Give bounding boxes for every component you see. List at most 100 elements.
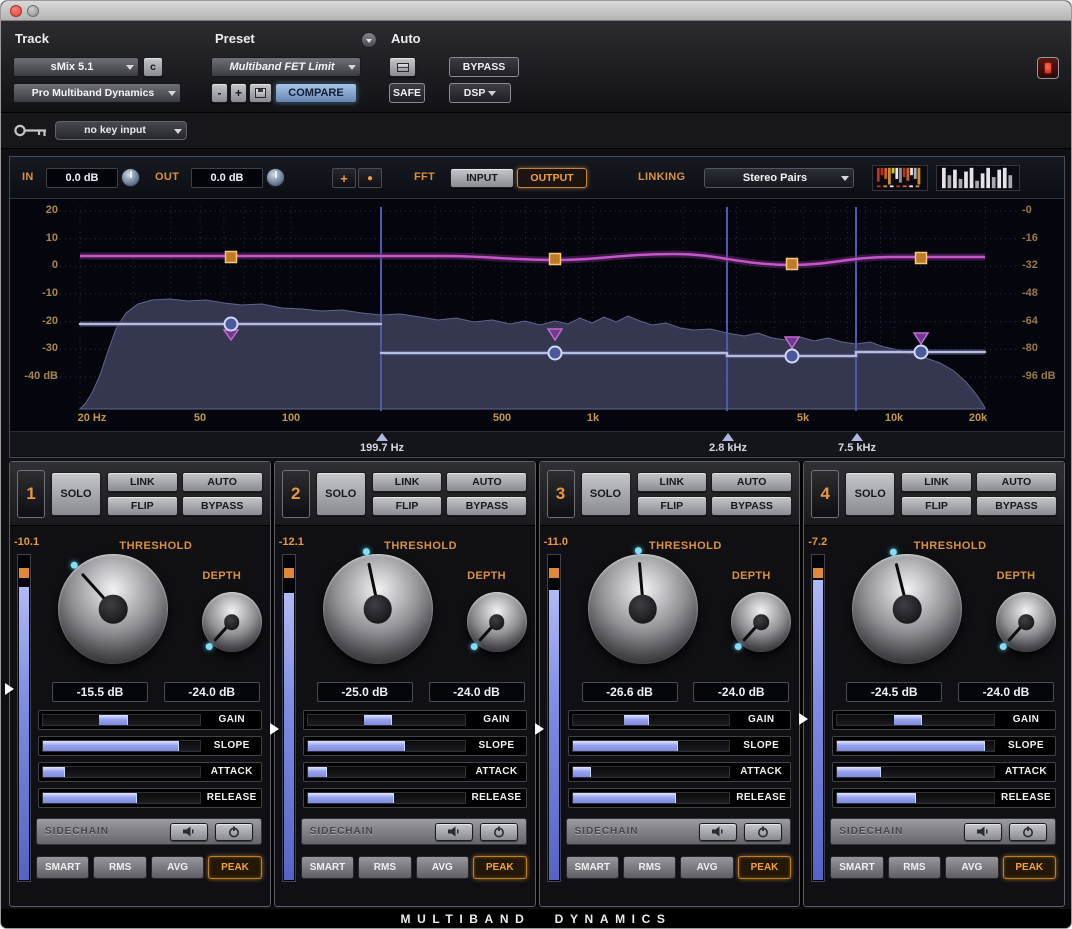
threshold-knob[interactable] [323,554,433,664]
linking-selector[interactable]: Stereo Pairs [704,168,854,188]
mode-smart-button[interactable]: SMART [830,856,883,879]
band1-gain-handle[interactable] [226,252,237,263]
save-preset-button[interactable] [249,83,272,103]
threshold-knob[interactable] [58,554,168,664]
release-slider[interactable]: RELEASE [38,788,262,808]
release-slider[interactable]: RELEASE [568,788,792,808]
depth-knob[interactable] [731,592,791,652]
mode-rms-button[interactable]: RMS [623,856,676,879]
band2-threshold-handle[interactable] [549,347,562,360]
slope-slider[interactable]: SLOPE [303,736,527,756]
plugin-target-button[interactable] [1037,57,1059,79]
sidechain-power-button[interactable] [744,823,782,841]
depth-knob[interactable] [996,592,1056,652]
automation-safe-button[interactable]: SAFE [389,83,425,103]
flip-button[interactable]: FLIP [901,496,972,516]
link-button[interactable]: LINK [901,472,972,492]
minimize-icon[interactable] [27,5,39,17]
compare-button[interactable]: COMPARE [275,83,357,103]
threshold-value[interactable]: -24.5 dB [846,682,942,702]
gain-slider[interactable]: GAIN [832,710,1056,730]
mode-avg-button[interactable]: AVG [151,856,204,879]
flip-button[interactable]: FLIP [107,496,178,516]
flip-button[interactable]: FLIP [372,496,443,516]
threshold-knob[interactable] [588,554,698,664]
mode-peak-button[interactable]: PEAK [473,856,526,879]
depth-value[interactable]: -24.0 dB [429,682,525,702]
threshold-arrow[interactable] [535,723,544,735]
slope-slider[interactable]: SLOPE [38,736,262,756]
link-button[interactable]: LINK [372,472,443,492]
auto-button[interactable]: AUTO [182,472,263,492]
threshold-arrow[interactable] [270,723,279,735]
preset-selector[interactable]: Multiband FET Limit [211,57,361,77]
attack-slider[interactable]: ATTACK [832,762,1056,782]
out-gain-value[interactable]: 0.0 dB [191,168,263,188]
attack-slider[interactable]: ATTACK [568,762,792,782]
band3-gain-handle[interactable] [787,259,798,270]
auto-button[interactable]: AUTO [446,472,527,492]
threshold-knob[interactable] [852,554,962,664]
bypass-button[interactable]: BYPASS [449,57,519,77]
mode-smart-button[interactable]: SMART [566,856,619,879]
in-gain-knob[interactable] [121,168,140,187]
band-bypass-button[interactable]: BYPASS [976,496,1057,516]
threshold-value[interactable]: -26.6 dB [582,682,678,702]
dot-toggle-button[interactable]: ● [358,168,382,188]
band2-gain-handle[interactable] [550,254,561,265]
out-gain-knob[interactable] [266,168,285,187]
link-button[interactable]: LINK [637,472,708,492]
mode-peak-button[interactable]: PEAK [208,856,261,879]
band-bypass-button[interactable]: BYPASS [182,496,263,516]
dsp-selector[interactable]: DSP [449,83,511,103]
solo-button[interactable]: SOLO [581,472,631,516]
channel-button[interactable]: c [143,57,163,77]
release-slider[interactable]: RELEASE [832,788,1056,808]
preset-menu-button[interactable] [361,32,377,48]
depth-knob[interactable] [467,592,527,652]
mode-avg-button[interactable]: AVG [945,856,998,879]
window-titlebar[interactable] [1,1,1071,21]
mode-rms-button[interactable]: RMS [888,856,941,879]
plugin-selector[interactable]: Pro Multiband Dynamics [13,83,181,103]
sidechain-listen-button[interactable] [435,823,473,841]
auto-button[interactable]: AUTO [711,472,792,492]
band-bypass-button[interactable]: BYPASS [711,496,792,516]
band-bypass-button[interactable]: BYPASS [446,496,527,516]
sidechain-listen-button[interactable] [964,823,1002,841]
crossover-handle-icon[interactable] [376,433,388,441]
solo-button[interactable]: SOLO [316,472,366,516]
mode-peak-button[interactable]: PEAK [1003,856,1056,879]
band4-threshold-handle[interactable] [915,346,928,359]
depth-value[interactable]: -24.0 dB [958,682,1054,702]
next-preset-button[interactable]: + [230,83,247,103]
sidechain-listen-button[interactable] [699,823,737,841]
gain-slider[interactable]: GAIN [568,710,792,730]
solo-button[interactable]: SOLO [845,472,895,516]
automation-enable-button[interactable] [389,57,416,77]
depth-value[interactable]: -24.0 dB [693,682,789,702]
solo-button[interactable]: SOLO [51,472,101,516]
sidechain-power-button[interactable] [480,823,518,841]
key-input-selector[interactable]: no key input [55,121,187,140]
mode-smart-button[interactable]: SMART [36,856,89,879]
sidechain-listen-button[interactable] [170,823,208,841]
plus-toggle-button[interactable]: + [332,168,356,188]
mode-avg-button[interactable]: AVG [680,856,733,879]
depth-value[interactable]: -24.0 dB [164,682,260,702]
mode-smart-button[interactable]: SMART [301,856,354,879]
auto-button[interactable]: AUTO [976,472,1057,492]
band4-gain-handle[interactable] [916,253,927,264]
depth-knob[interactable] [202,592,262,652]
crossover-handle-icon[interactable] [851,433,863,441]
threshold-arrow[interactable] [5,683,14,695]
threshold-value[interactable]: -15.5 dB [52,682,148,702]
crossover-handle-icon[interactable] [722,433,734,441]
gain-slider[interactable]: GAIN [303,710,527,730]
threshold-value[interactable]: -25.0 dB [317,682,413,702]
mode-rms-button[interactable]: RMS [358,856,411,879]
threshold-arrow[interactable] [799,713,808,725]
release-slider[interactable]: RELEASE [303,788,527,808]
track-selector[interactable]: sMix 5.1 [13,57,139,77]
slope-slider[interactable]: SLOPE [568,736,792,756]
